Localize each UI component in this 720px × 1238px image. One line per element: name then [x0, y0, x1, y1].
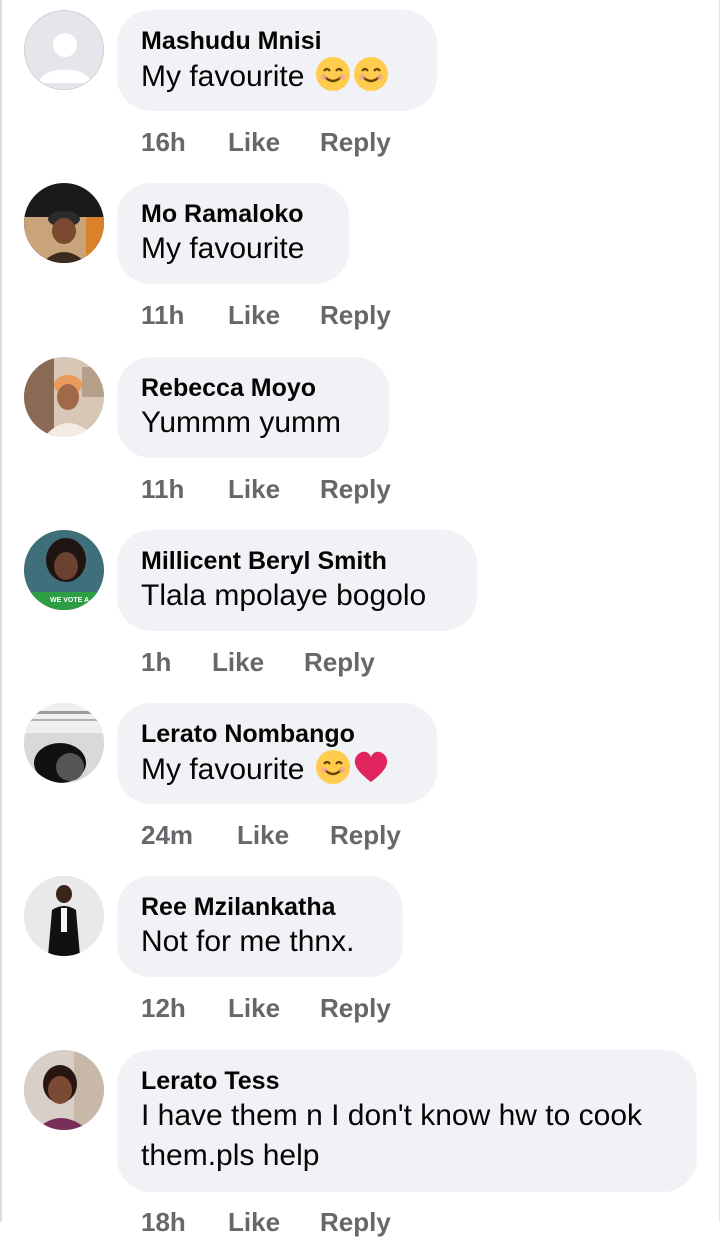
comment-text: Not for me thnx. [141, 925, 355, 958]
like-button[interactable]: Like [237, 820, 289, 851]
comment-text-content: My favourite [141, 60, 305, 93]
like-button[interactable]: Like [228, 993, 280, 1024]
avatar[interactable] [24, 1050, 104, 1130]
reply-button[interactable]: Reply [320, 474, 391, 505]
comment-author[interactable]: Rebecca Moyo [141, 373, 365, 403]
comment-text-content: My favourite [141, 753, 305, 786]
comment-text: Tlala mpolaye bogolo [141, 579, 427, 612]
comment-time: 16h [141, 127, 186, 157]
default-user-icon [25, 11, 103, 89]
comment-bubble: Millicent Beryl Smith Tlala mpolaye bogo… [117, 530, 477, 631]
like-button[interactable]: Like [228, 300, 280, 331]
comment-text: My favourite [141, 232, 305, 265]
reply-button[interactable]: Reply [330, 820, 401, 851]
comment-bubble: Mo Ramaloko My favourite [117, 183, 349, 284]
avatar[interactable]: WE VOTE A [24, 530, 104, 610]
comment-author[interactable]: Ree Mzilankatha [141, 892, 379, 922]
comment-time: 11h [141, 474, 185, 504]
comment-author[interactable]: Lerato Tess [141, 1066, 673, 1096]
avatar[interactable] [24, 703, 104, 783]
user-photo [24, 183, 104, 263]
comment-author[interactable]: Mo Ramaloko [141, 199, 325, 229]
like-button[interactable]: Like [228, 127, 280, 158]
reply-button[interactable]: Reply [304, 647, 375, 678]
reply-button[interactable]: Reply [320, 1207, 391, 1238]
comment-text: My favourite [141, 749, 413, 790]
comment-bubble: Rebecca Moyo Yummm yumm [117, 357, 389, 458]
reply-button[interactable]: Reply [320, 993, 391, 1024]
user-photo [24, 876, 104, 956]
smiling-face-icon [353, 57, 388, 91]
comment-time: 11h [141, 300, 185, 330]
comment-author[interactable]: Mashudu Mnisi [141, 26, 413, 56]
avatar[interactable] [24, 183, 104, 263]
avatar[interactable] [24, 876, 104, 956]
red-heart-icon [354, 751, 387, 782]
user-photo: WE VOTE A [24, 530, 104, 610]
comment-time: 12h [141, 993, 186, 1023]
comment-bubble: Lerato Tess I have them n I don't know h… [117, 1050, 697, 1192]
user-photo [24, 1050, 104, 1130]
left-border [0, 0, 2, 1222]
comment-text: Yummm yumm [141, 406, 342, 439]
comment-time: 24m [141, 820, 194, 850]
user-photo [24, 357, 104, 437]
smiling-face-icon [315, 750, 350, 784]
avatar-banner-text: WE VOTE A [50, 597, 89, 604]
avatar[interactable] [24, 357, 104, 437]
comment-text: My favourite [141, 56, 413, 97]
like-button[interactable]: Like [228, 1207, 280, 1238]
comment-bubble: Ree Mzilankatha Not for me thnx. [117, 876, 403, 977]
comment-time: 18h [141, 1207, 186, 1237]
reply-button[interactable]: Reply [320, 300, 391, 331]
smiling-face-icon [315, 57, 350, 91]
comment-text: I have them n I don't know hw to cook th… [141, 1099, 643, 1172]
comment-author[interactable]: Lerato Nombango [141, 719, 413, 749]
comment-bubble: Mashudu Mnisi My favourite [117, 10, 437, 111]
reply-button[interactable]: Reply [320, 127, 391, 158]
avatar-default[interactable] [24, 10, 104, 90]
like-button[interactable]: Like [228, 474, 280, 505]
like-button[interactable]: Like [212, 647, 264, 678]
comment-author[interactable]: Millicent Beryl Smith [141, 546, 453, 576]
user-photo [24, 703, 104, 783]
comment-bubble: Lerato Nombango My favourite [117, 703, 437, 804]
comment-time: 1h [141, 647, 172, 677]
